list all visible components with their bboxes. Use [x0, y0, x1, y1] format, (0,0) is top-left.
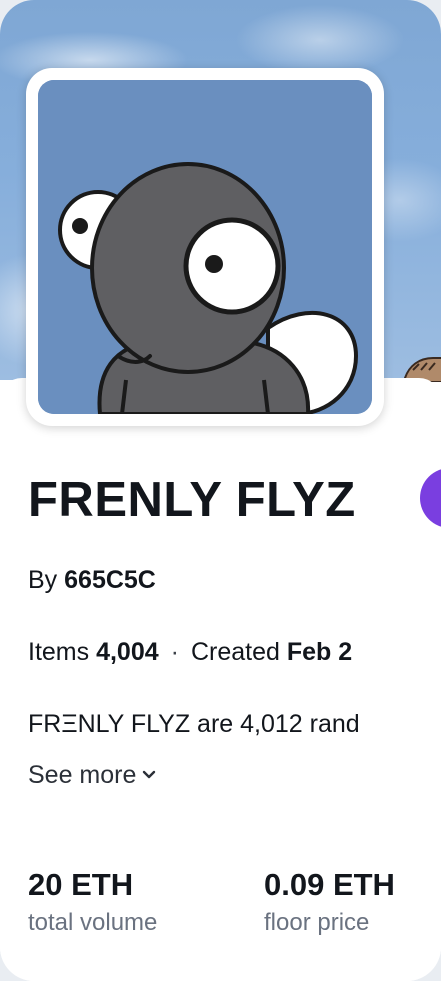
- creator-link[interactable]: 665C5C: [64, 566, 156, 594]
- see-more-button[interactable]: See more: [28, 758, 156, 790]
- items-value: 4,004: [96, 638, 159, 666]
- see-more-label: See more: [28, 761, 137, 789]
- collection-screen: FRENLY FLYZ By 665C5C Items 4,004 · Create…: [0, 0, 441, 981]
- frenly-fly-icon: [38, 80, 372, 414]
- items-label: Items: [28, 638, 90, 666]
- creator-line: By 665C5C: [28, 566, 156, 595]
- created-value: Feb 2: [286, 638, 353, 666]
- collection-title: FRENLY FLYZ: [28, 473, 356, 527]
- chevron-down-icon: [142, 758, 156, 787]
- total-volume-label: total volume: [28, 909, 158, 936]
- floor-price-label: floor price: [264, 909, 370, 936]
- collection-avatar[interactable]: [26, 68, 384, 426]
- creator-prefix: By: [28, 566, 58, 594]
- total-volume-metric: 20 ETH total volume: [28, 866, 157, 940]
- floor-price-metric: 0.09 ETH floor price: [264, 866, 395, 940]
- collection-description: FRΞNLY FLYZ are 4,012 rand: [28, 710, 360, 738]
- total-volume-value: 20 ETH: [28, 867, 134, 902]
- created-label: Created: [190, 638, 280, 666]
- stats-separator: ·: [170, 638, 179, 666]
- avatar-image: [38, 80, 372, 414]
- floor-price-value: 0.09 ETH: [264, 867, 395, 902]
- banner-critter-icon: [404, 357, 441, 382]
- collection-stats-line: Items 4,004 · Created Feb 2: [28, 638, 352, 667]
